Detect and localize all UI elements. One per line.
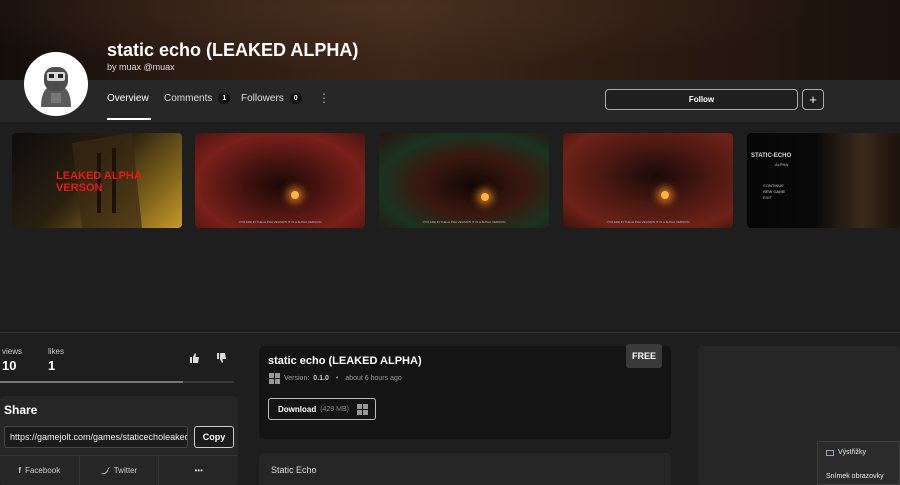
tab-overview-label: Overview [107,93,149,104]
screenshot-caption: YOU ARE IN THE ALPHA VERSION IT IS A ALP… [606,220,690,224]
release-time: about 6 hours ago [345,375,402,382]
twitter-share-button[interactable]: Twitter [80,456,160,485]
separator-dot: • [335,375,339,382]
more-share-icon: ••• [194,466,203,475]
description-card [259,453,671,485]
avatar-image [27,55,85,113]
tab-followers[interactable]: Followers 0 [241,93,302,104]
like-ratio-bar [0,381,234,383]
windows-icon [269,373,280,384]
lamp-glow [661,191,669,199]
tab-followers-label: Followers [241,93,284,104]
version-label: Version: [284,375,310,382]
share-title: Share [4,403,38,417]
lamp-glow [291,191,299,199]
dislike-button[interactable] [217,353,227,365]
description-text: Static Echo [271,465,317,475]
menu-screen-subtitle: ALPHA [775,162,789,167]
download-size: (429 MB) [320,405,350,413]
screenshot-caption: YOU ARE IN THE ALPHA VERSION IT IS A ALP… [422,220,506,224]
views-label: views [2,347,23,356]
like-ratio-fill [0,381,183,383]
tab-overview[interactable]: Overview [107,93,149,104]
game-title: static echo (LEAKED ALPHA) [107,40,359,60]
menu-screen-item: EXIT [763,195,772,200]
version-line: Version: 0.1.0 • about 6 hours ago [269,373,402,384]
snipping-menu-item[interactable]: Výstřižky [826,449,866,456]
section-divider [0,332,900,333]
game-author[interactable]: by muax @muax [107,62,175,72]
screenshot-tool-popup: Výstřižky Snímek obrazovky [817,441,900,485]
menu-screen-title: STATIC-ECHO [751,153,792,159]
screenshot-thumbnail-1[interactable]: LEAKED ALPHA VERSON [12,133,182,228]
download-label: Download [278,404,317,414]
share-url-field[interactable]: https://gamejolt.com/games/staticecholea… [4,426,188,448]
twitter-label: Twitter [113,466,138,475]
screenshot-thumbnail-5[interactable]: STATIC-ECHO ALPHA CONTINUE NEW GAME EXIT [747,133,900,228]
facebook-label: Facebook [25,466,61,475]
thumbs-up-icon [190,353,199,363]
windows-icon [357,403,369,415]
screenshot-thumbnail-4[interactable]: YOU ARE IN THE ALPHA VERSION IT IS A ALP… [563,133,733,228]
menu-screen-item: CONTINUE [763,183,784,188]
tab-comments-label: Comments [164,93,213,104]
likes-count: 1 [48,358,56,373]
follow-button[interactable]: Follow [605,89,798,110]
screenshot-thumbnail-2[interactable]: YOU ARE IN THE ALPHA VERSION IT IS A ALP… [195,133,365,228]
price-badge: FREE [626,344,662,368]
followers-count-badge: 0 [289,93,302,104]
more-share-button[interactable]: ••• [159,456,238,485]
facebook-icon: f [18,466,22,475]
like-button[interactable] [190,353,200,365]
comments-count-badge: 1 [218,93,231,104]
social-share-row: f Facebook Twitter ••• [0,455,238,485]
lamp-glow [481,193,489,201]
build-title: static echo (LEAKED ALPHA) [268,355,422,367]
download-button[interactable]: Download (429 MB) [268,398,376,420]
screenshot-label: Snímek obrazovky [826,473,884,480]
active-tab-indicator [107,118,151,120]
more-options-icon[interactable]: ⋮ [318,91,330,105]
views-count: 10 [2,358,17,373]
snipping-label: Výstřižky [838,449,866,456]
tab-comments[interactable]: Comments 1 [164,93,231,104]
screenshot-menu-item[interactable]: Snímek obrazovky [826,473,884,480]
version-number: 0.1.0 [313,375,329,382]
screenshot-caption: YOU ARE IN THE ALPHA VERSION IT IS A ALP… [238,220,322,224]
screenshot-thumbnail-3[interactable]: YOU ARE IN THE ALPHA VERSION IT IS A ALP… [379,133,549,228]
thumbs-down-icon [217,353,226,363]
likes-label: likes [48,347,65,356]
facebook-share-button[interactable]: f Facebook [0,456,80,485]
menu-screen-item: NEW GAME [763,189,786,194]
twitter-icon [100,466,110,474]
copy-button[interactable]: Copy [194,426,234,448]
add-to-playlist-button[interactable]: + [802,89,824,110]
leaked-alpha-overlay-text: LEAKED ALPHA VERSON [56,170,142,194]
avatar[interactable] [24,52,88,116]
snip-icon [826,449,834,456]
